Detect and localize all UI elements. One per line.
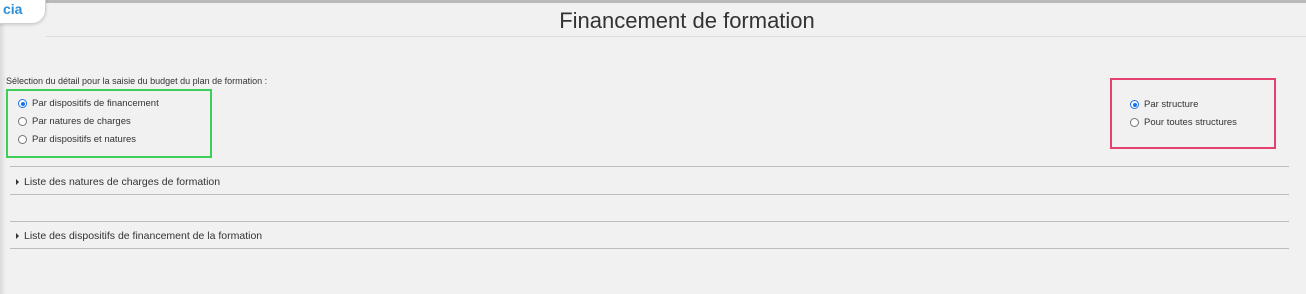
- section-divider: [10, 166, 1289, 167]
- radio-par-dispositifs-et-natures[interactable]: Par dispositifs et natures: [18, 134, 136, 145]
- radio-label: Par natures de charges: [32, 116, 131, 127]
- section-label: Liste des dispositifs de financement de …: [24, 230, 263, 242]
- section-divider: [10, 248, 1289, 249]
- budget-detail-label: Sélection du détail pour la saisie du bu…: [6, 76, 268, 86]
- budget-detail-radio-group: Par dispositifs de financement Par natur…: [6, 89, 212, 158]
- radio-par-structure[interactable]: Par structure: [1130, 99, 1198, 110]
- radio-button-checked-icon[interactable]: [18, 99, 27, 108]
- radio-label: Pour toutes structures: [1144, 117, 1237, 128]
- radio-label: Par dispositifs de financement: [32, 98, 159, 109]
- section-dispositifs-de-financement-toggle[interactable]: Liste des dispositifs de financement de …: [16, 230, 262, 242]
- radio-pour-toutes-structures[interactable]: Pour toutes structures: [1130, 117, 1237, 128]
- caret-right-icon: [16, 233, 19, 239]
- section-label: Liste des natures de charges de formatio…: [24, 176, 221, 188]
- section-natures-de-charges-toggle[interactable]: Liste des natures de charges de formatio…: [16, 176, 220, 188]
- radio-button-checked-icon[interactable]: [1130, 100, 1139, 109]
- title-divider: [46, 36, 1306, 37]
- caret-right-icon: [16, 179, 19, 185]
- top-bar: [0, 0, 1306, 3]
- radio-button-icon[interactable]: [1130, 118, 1139, 127]
- radio-label: Par dispositifs et natures: [32, 134, 137, 145]
- radio-button-icon[interactable]: [18, 117, 27, 126]
- radio-label: Par structure: [1144, 99, 1199, 110]
- scope-radio-group: Par structure Pour toutes structures: [1110, 78, 1276, 149]
- section-divider: [10, 194, 1289, 195]
- page-title: Financement de formation: [559, 8, 815, 33]
- radio-button-icon[interactable]: [18, 135, 27, 144]
- radio-par-dispositifs-de-financement[interactable]: Par dispositifs de financement: [18, 98, 159, 109]
- section-divider: [10, 221, 1289, 222]
- radio-par-natures-de-charges[interactable]: Par natures de charges: [18, 116, 131, 127]
